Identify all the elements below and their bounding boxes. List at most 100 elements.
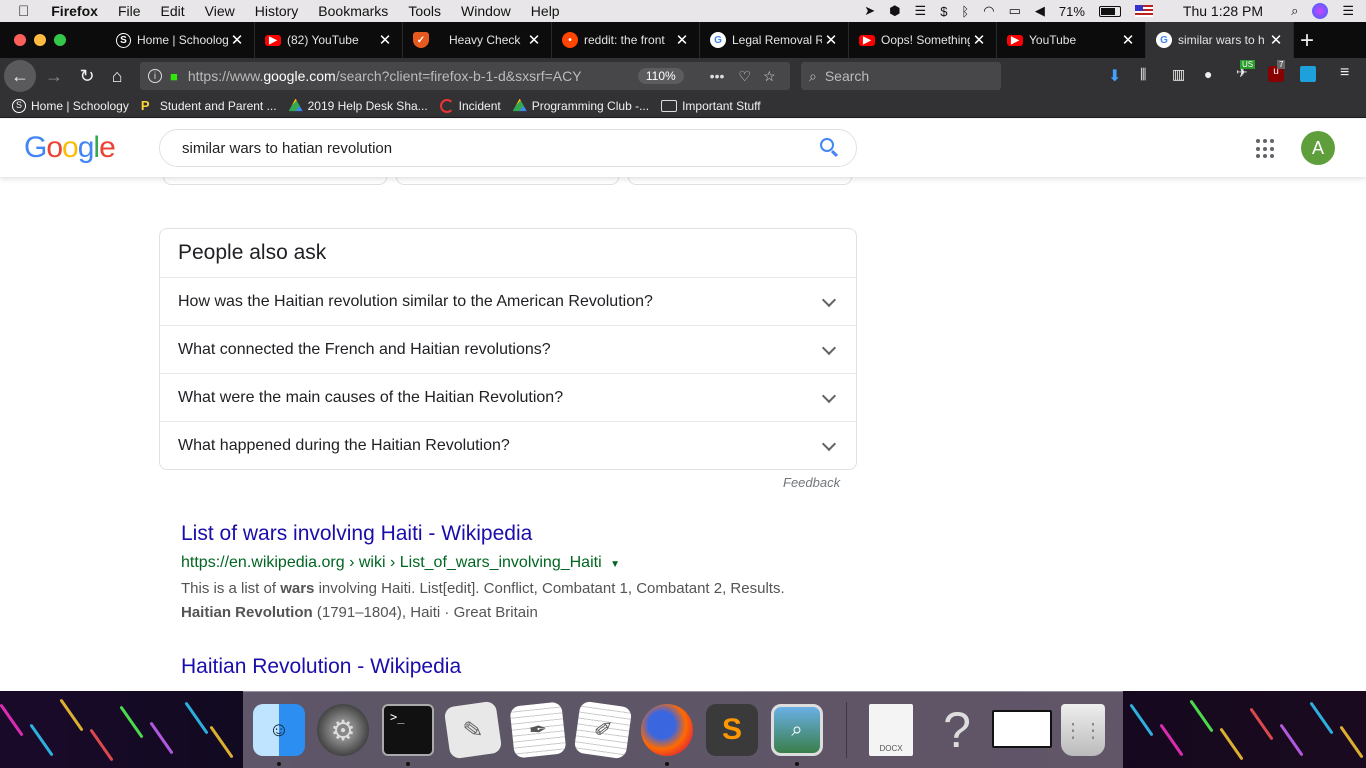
back-button[interactable]: ← — [4, 60, 36, 92]
bookmark-schoology[interactable]: S Home | Schoology — [12, 98, 129, 113]
home-button[interactable]: ⌂ — [104, 62, 130, 90]
menu-file[interactable]: File — [118, 3, 141, 19]
feedback-link[interactable]: Feedback — [783, 475, 840, 490]
terminal-icon[interactable]: >_ — [382, 704, 434, 756]
clock[interactable]: Thu 1:28 PM — [1183, 3, 1263, 19]
chevron-down-icon[interactable] — [821, 388, 837, 404]
info-icon[interactable]: i — [148, 69, 162, 83]
system-preferences-icon[interactable]: ⚙ — [317, 704, 369, 756]
menu-icon[interactable]: ≡ — [1340, 64, 1349, 82]
chevron-down-icon[interactable] — [821, 436, 837, 452]
window-close-icon[interactable] — [14, 34, 26, 46]
related-chip[interactable] — [396, 177, 619, 185]
result-url[interactable]: https://en.wikipedia.org › wiki › List_o… — [181, 554, 620, 572]
vpn-extension-icon[interactable]: ✈ US — [1236, 60, 1256, 81]
menu-tools[interactable]: Tools — [408, 3, 441, 19]
account-icon[interactable]: ● — [1204, 66, 1212, 82]
reload-button[interactable]: ↻ — [74, 62, 100, 90]
pocket-icon[interactable]: ♡ — [738, 68, 751, 85]
tab-reddit[interactable]: • reddit: the front ✕ — [552, 22, 700, 58]
trash-icon[interactable]: ⋮⋮ — [1061, 704, 1105, 756]
menu-history[interactable]: History — [255, 3, 299, 19]
window-zoom-icon[interactable] — [54, 34, 66, 46]
textedit-icon[interactable]: ✒ — [509, 701, 567, 759]
paa-question[interactable]: What were the main causes of the Haitian… — [160, 373, 856, 421]
search-bar[interactable]: ⌕ Search — [801, 62, 1001, 90]
bookmark-help-desk[interactable]: 2019 Help Desk Sha... — [288, 98, 428, 113]
result-title[interactable]: List of wars involving Haiti - Wikipedia — [181, 522, 532, 546]
lock-icon[interactable]: ■ — [170, 69, 178, 84]
google-search-input[interactable]: similar wars to hatian revolution — [159, 129, 857, 167]
library-icon[interactable]: ⫼ — [1140, 66, 1146, 83]
battery-percent[interactable]: 71% — [1059, 4, 1085, 19]
related-chip[interactable] — [163, 177, 387, 185]
menu-window[interactable]: Window — [461, 3, 511, 19]
firefox-icon[interactable] — [641, 704, 693, 756]
extension-icon[interactable] — [1300, 66, 1316, 82]
chevron-down-icon[interactable] — [821, 292, 837, 308]
bookmark-programming-club[interactable]: Programming Club -... — [512, 98, 649, 113]
screenshot-thumbnail-icon[interactable] — [992, 710, 1052, 748]
url-bar[interactable]: i ■ https://www.google.com/search?client… — [140, 62, 790, 90]
notification-center-icon[interactable]: ☰ — [1342, 3, 1354, 19]
window-minimize-icon[interactable] — [34, 34, 46, 46]
tab-legal-removal[interactable]: G Legal Removal Re ✕ — [700, 22, 849, 58]
new-tab-button[interactable]: + — [1300, 27, 1314, 55]
bookmark-incident[interactable]: Incident — [439, 98, 501, 113]
preview-icon[interactable]: ⌕ — [771, 704, 823, 756]
close-tab-icon[interactable]: ✕ — [970, 31, 988, 49]
spotlight-icon[interactable]: ⌕ — [1291, 3, 1298, 19]
dollar-icon[interactable]: $ — [940, 4, 947, 19]
close-tab-icon[interactable]: ✕ — [376, 31, 394, 49]
close-tab-icon[interactable]: ✕ — [673, 31, 691, 49]
paa-question[interactable]: How was the Haitian revolution similar t… — [160, 277, 856, 325]
menu-help[interactable]: Help — [531, 3, 560, 19]
sidebar-icon[interactable]: ▥ — [1172, 66, 1185, 83]
close-tab-icon[interactable]: ✕ — [1119, 31, 1137, 49]
wifi-icon[interactable]: ◠ — [983, 3, 994, 19]
location-arrow-icon[interactable]: ➤ — [864, 3, 875, 19]
sublime-text-icon[interactable]: S — [706, 704, 758, 756]
close-tab-icon[interactable]: ✕ — [525, 31, 543, 49]
question-mark-icon[interactable]: ? — [931, 702, 983, 758]
flag-us-icon[interactable] — [1134, 5, 1153, 17]
result-title[interactable]: Haitian Revolution - Wikipedia — [181, 655, 461, 679]
menu-app-name[interactable]: Firefox — [51, 3, 98, 19]
tab-youtube[interactable]: ▶ YouTube ✕ — [997, 22, 1146, 58]
airplay-icon[interactable]: ▭ — [1009, 3, 1021, 19]
bookmark-star-icon[interactable]: ☆ — [763, 68, 776, 85]
tab-heavy-check[interactable]: ✓ Heavy Check ✕ — [403, 22, 552, 58]
tab-schoology[interactable]: S Home | Schoolog ✕ — [106, 22, 255, 58]
close-tab-icon[interactable]: ✕ — [1267, 31, 1285, 49]
tab-oops[interactable]: ▶ Oops! Something ✕ — [849, 22, 997, 58]
notes-icon[interactable]: ✐ — [573, 700, 633, 760]
docx-file-icon[interactable]: DOCX — [869, 704, 913, 756]
battery-icon[interactable] — [1098, 5, 1121, 17]
close-tab-icon[interactable]: ✕ — [822, 31, 840, 49]
menu-bookmarks[interactable]: Bookmarks — [318, 3, 388, 19]
avatar[interactable]: A — [1301, 131, 1335, 165]
script-editor-icon[interactable]: ✎ — [443, 700, 503, 760]
close-tab-icon[interactable]: ✕ — [228, 31, 246, 49]
paa-question[interactable]: What connected the French and Haitian re… — [160, 325, 856, 373]
url-text[interactable]: https://www.google.com/search?client=fir… — [188, 68, 628, 84]
box-icon[interactable]: ⬢ — [889, 3, 900, 19]
zoom-level[interactable]: 110% — [637, 68, 684, 84]
drive-sync-icon[interactable]: ☰ — [915, 3, 927, 19]
siri-icon[interactable] — [1312, 3, 1329, 19]
page-actions-icon[interactable]: ••• — [710, 68, 725, 84]
menu-view[interactable]: View — [205, 3, 235, 19]
related-chip[interactable] — [628, 177, 852, 185]
download-icon[interactable]: ⬇ — [1108, 66, 1121, 86]
paa-question[interactable]: What happened during the Haitian Revolut… — [160, 421, 856, 469]
forward-button[interactable]: → — [40, 62, 68, 90]
tab-similar-wars[interactable]: G similar wars to h ✕ — [1146, 22, 1294, 58]
bluetooth-icon[interactable]: ᛒ — [961, 4, 969, 19]
caret-down-icon[interactable]: ▼ — [610, 559, 620, 570]
bookmark-important-stuff[interactable]: Important Stuff — [661, 99, 761, 113]
finder-icon[interactable]: ☺ — [253, 704, 305, 756]
google-apps-icon[interactable] — [1256, 139, 1276, 159]
google-logo[interactable]: Google — [24, 131, 116, 165]
chevron-down-icon[interactable] — [821, 340, 837, 356]
menu-edit[interactable]: Edit — [161, 3, 185, 19]
